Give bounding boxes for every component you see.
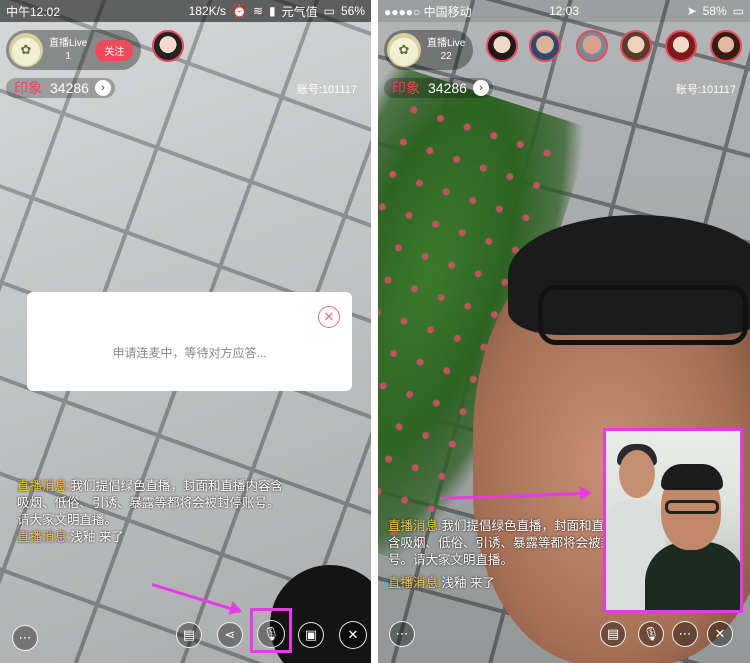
mic-button[interactable]: 🎙 [638,621,664,647]
viewer-count: 22 [440,51,452,62]
more-options-button[interactable]: ⋯ [389,621,415,647]
account-id: 账号:101117 [675,84,736,96]
account-id: 账号:101117 [296,84,357,96]
score-badge[interactable]: 印象 34286 › [384,78,493,98]
viewer-count: 1 [65,51,71,62]
viewer-avatar[interactable] [620,30,652,62]
dialog-message: 申请连麦中，等待对方应答... [112,346,267,360]
mic-button-highlight [250,608,292,653]
carrier-name: 元气值 [281,4,318,19]
chat-button[interactable]: ▤ [600,621,626,647]
chat-message-prefix: 直播消息: [17,479,71,493]
viewer-avatar[interactable] [486,30,518,62]
more-button[interactable]: ⋯ [672,621,698,647]
battery-icon: ▭ [323,4,335,18]
host-name: 直播Live [49,38,88,49]
viewer-avatar[interactable] [576,30,608,62]
status-bar: 中午12:02 182K/s ⏰ ≋ ▮ 元气值 ▭ 56% [0,0,371,22]
alarm-icon: ⏰ [231,4,247,18]
viewer-avatar[interactable] [665,30,697,62]
phone-screen-left: 中午12:02 182K/s ⏰ ≋ ▮ 元气值 ▭ 56% ✿ 直播Live … [0,0,371,663]
wifi-icon: ≋ [252,4,263,18]
chat-message-prefix: 直播消息: [17,530,71,544]
score-badge[interactable]: 印象 34286 › [6,78,115,98]
score-value: 34286 [50,80,89,96]
host-video-glasses [538,285,748,345]
score-label: 印象 [14,80,42,96]
close-icon[interactable]: ✕ [318,306,340,328]
chat-message: 直播消息:浅釉 来了 [17,529,285,546]
host-avatar[interactable]: ✿ [9,33,43,67]
chevron-right-icon[interactable]: › [472,80,489,96]
gift-button[interactable]: ▣ [298,622,324,648]
close-button[interactable]: ✕ [707,621,733,647]
signal-icon: ▮ [269,4,276,18]
score-value: 34286 [428,80,467,96]
host-name: 直播Live [427,38,466,49]
score-label: 印象 [392,80,420,96]
status-bar: ●●●●○ 中国移动 12:03 ➤ 58% ▭ [378,0,750,22]
chat-messages: 直播消息:我们提倡绿色直播，封面和直播内容含吸烟、低俗、引诱、暴露等都将会被封停… [17,478,285,546]
chat-message-text: 浅釉 来了 [441,576,495,590]
close-button[interactable]: ✕ [339,621,367,649]
status-time: 中午12:02 [6,4,61,19]
share-button[interactable]: ⋖ [217,622,243,648]
network-speed: 182K/s [188,4,226,18]
viewer-avatar[interactable] [152,30,184,62]
battery-level: 56% [340,4,365,18]
host-avatar[interactable]: ✿ [387,33,421,67]
chevron-right-icon[interactable]: › [94,80,111,96]
chat-button[interactable]: ▤ [176,622,202,648]
more-options-button[interactable]: ⋯ [12,625,38,651]
host-info-pill[interactable]: ✿ 直播Live 22 [384,30,474,70]
host-info-pill[interactable]: ✿ 直播Live 1 关注 [6,30,142,70]
viewer-avatar[interactable] [529,30,561,62]
chat-message-text: 浅釉 来了 [70,530,124,544]
viewer-avatar[interactable] [710,30,742,62]
chat-message-prefix: 直播消息: [388,576,442,590]
cohost-window-highlight [603,428,743,613]
status-time: 12:03 [548,4,580,18]
chat-message: 直播消息:我们提倡绿色直播，封面和直播内容含吸烟、低俗、引诱、暴露等都将会被封停… [17,478,285,529]
follow-button[interactable]: 关注 [95,39,134,61]
chat-message-prefix: 直播消息: [388,519,442,533]
link-mic-dialog: ✕ 申请连麦中，等待对方应答... [27,292,352,391]
